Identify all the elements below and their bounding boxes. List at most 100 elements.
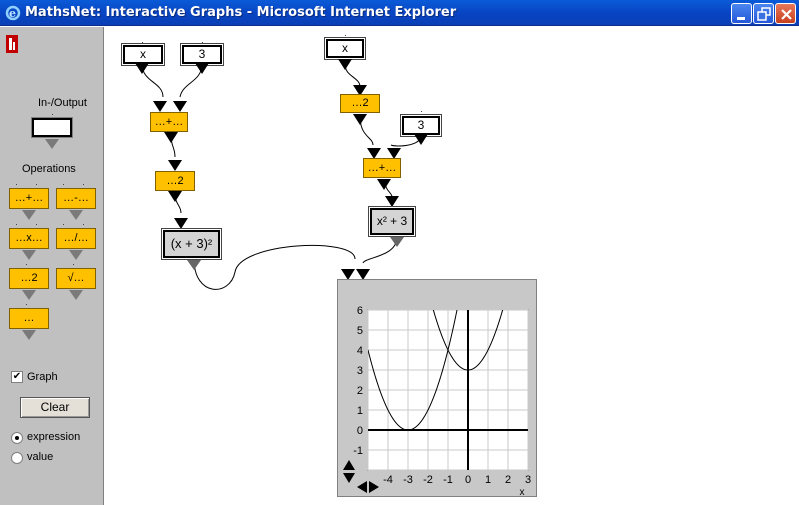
minimize-icon (737, 17, 745, 20)
close-button[interactable] (775, 3, 796, 24)
x-tick-label: -3 (403, 474, 413, 486)
zoom-y-up-icon (343, 460, 355, 470)
input-port[interactable] (173, 101, 187, 112)
window-title-bar: e MathsNet: Interactive Graphs - Microso… (0, 0, 799, 26)
input-port[interactable] (153, 101, 167, 112)
connector-dot (26, 264, 27, 265)
op-divide[interactable]: …/… (56, 228, 96, 249)
op-square-node-left[interactable]: …2 (155, 171, 195, 191)
input-port[interactable] (168, 160, 182, 171)
restore-icon (757, 7, 771, 21)
in-output-node[interactable] (31, 117, 73, 138)
output-port[interactable] (390, 237, 404, 247)
radio-value[interactable] (11, 452, 23, 464)
radio-expression-label: expression (27, 431, 81, 443)
input-port[interactable] (385, 196, 399, 207)
graph-plot[interactable]: -4 -3 -2 -1 0 1 2 3 6 5 4 3 2 1 0 -1 x (338, 280, 538, 498)
close-icon (781, 9, 792, 20)
connector-dot (73, 264, 74, 265)
input-x-right[interactable]: x (324, 37, 366, 60)
x-tick-label: -1 (443, 474, 453, 486)
output-port[interactable] (187, 260, 201, 270)
output-port[interactable] (69, 210, 83, 220)
zoom-y-down-icon (343, 473, 355, 483)
op-square[interactable]: …2 (9, 268, 49, 289)
y-tick-label: 0 (357, 425, 363, 437)
output-port[interactable] (135, 63, 149, 74)
op-custom[interactable]: … (9, 308, 49, 329)
input-x-left[interactable]: x (121, 43, 165, 66)
connector-dot (83, 224, 84, 225)
y-tick-label: -1 (353, 445, 363, 457)
op-multiply[interactable]: …x… (9, 228, 49, 249)
y-tick-label: 1 (357, 405, 363, 417)
x-tick-label: -2 (423, 474, 433, 486)
clear-button[interactable]: Clear (20, 397, 90, 418)
connector-dot (421, 111, 422, 112)
output-port[interactable] (195, 63, 209, 74)
tool-palette: In-/Output Operations …+… …-… …x… …/… …2… (0, 27, 104, 505)
graph-checkbox[interactable]: ✔ (11, 371, 23, 383)
op-subtract[interactable]: …-… (56, 188, 96, 209)
output-port[interactable] (22, 210, 36, 220)
result-node-left[interactable]: (x + 3)² (161, 228, 222, 260)
op-square-node-right[interactable]: …2 (340, 94, 380, 113)
output-port[interactable] (353, 114, 367, 125)
input-3-left[interactable]: 3 (180, 43, 224, 66)
connector-dot (52, 114, 53, 115)
x-tick-label: 3 (525, 474, 531, 486)
y-tick-label: 5 (357, 325, 363, 337)
connector-dot (16, 184, 17, 185)
y-tick-label: 2 (357, 385, 363, 397)
svg-text:e: e (9, 7, 16, 20)
connector-dot (83, 184, 84, 185)
y-tick-label: 3 (357, 365, 363, 377)
radio-expression[interactable] (11, 432, 23, 444)
connector-dot (16, 224, 17, 225)
input-port[interactable] (174, 218, 188, 229)
connector-dot (26, 304, 27, 305)
x-tick-label: -4 (383, 474, 393, 486)
y-tick-label: 6 (357, 305, 363, 317)
in-output-label: In-/Output (38, 97, 87, 109)
output-port[interactable] (414, 134, 428, 145)
output-port[interactable] (22, 330, 36, 340)
graph-checkbox-label: Graph (27, 371, 58, 383)
x-tick-label: 1 (485, 474, 491, 486)
result-node-right[interactable]: x² + 3 (368, 206, 416, 237)
op-subtract-label: …-… (63, 192, 89, 204)
op-add-node-right[interactable]: …+… (363, 158, 401, 178)
connector-dot (345, 35, 346, 36)
connector-dot (36, 224, 37, 225)
radio-value-label: value (27, 451, 54, 463)
zoom-x-right-icon (369, 481, 379, 493)
output-port[interactable] (45, 139, 59, 149)
y-tick-label: 4 (357, 345, 363, 357)
op-sqrt-label: √… (67, 272, 85, 284)
window-title: MathsNet: Interactive Graphs - Microsoft… (25, 5, 457, 20)
op-add-node-left[interactable]: …+… (150, 112, 188, 132)
minimize-button[interactable] (731, 3, 752, 24)
input-3-right[interactable]: 3 (400, 114, 442, 137)
output-port[interactable] (69, 250, 83, 260)
connector-dot (63, 224, 64, 225)
connector-dot (142, 42, 143, 43)
restore-button[interactable] (753, 3, 774, 24)
x-axis-label: x (520, 487, 525, 498)
app-logo-icon (6, 35, 18, 53)
op-add[interactable]: …+… (9, 188, 49, 209)
op-custom-label: … (23, 312, 35, 324)
output-port[interactable] (22, 250, 36, 260)
op-divide-label: …/… (63, 232, 89, 244)
output-port[interactable] (22, 290, 36, 300)
output-port[interactable] (377, 179, 391, 190)
output-port[interactable] (168, 191, 182, 202)
output-port[interactable] (69, 290, 83, 300)
output-port[interactable] (338, 59, 352, 70)
x-tick-label: 0 (465, 474, 471, 486)
output-port[interactable] (164, 132, 178, 143)
op-add-label: …+… (14, 192, 44, 204)
operations-label: Operations (22, 163, 76, 175)
op-multiply-label: …x… (15, 232, 43, 244)
op-sqrt[interactable]: √… (56, 268, 96, 289)
